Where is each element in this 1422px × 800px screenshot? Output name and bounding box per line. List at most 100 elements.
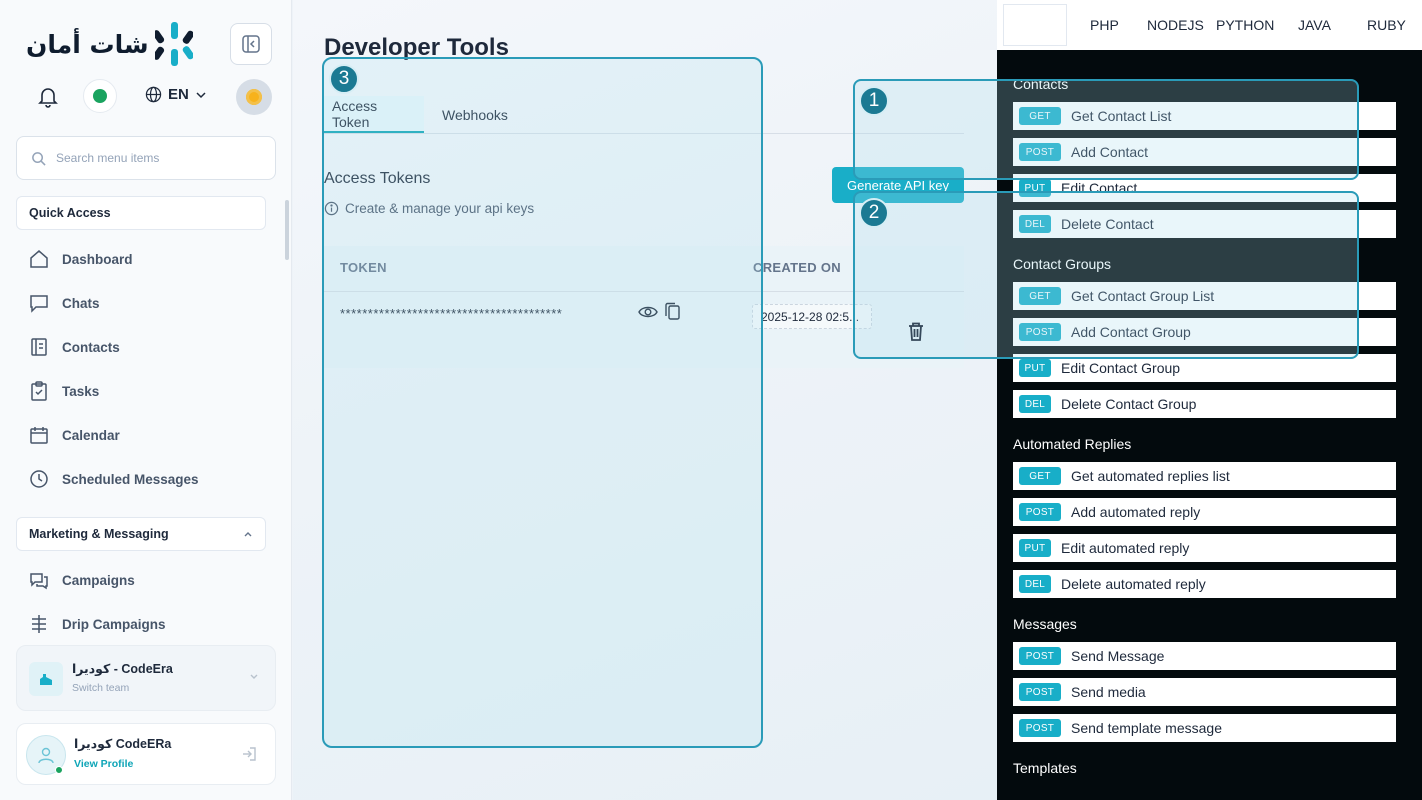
brand-logo[interactable]: شات أمان xyxy=(26,22,194,66)
tab-php[interactable]: PHP xyxy=(1090,0,1119,50)
team-name: كوديرا - CodeEra xyxy=(72,662,173,676)
theme-toggle[interactable] xyxy=(236,79,272,115)
sidebar-item-label: Scheduled Messages xyxy=(62,471,199,487)
group-title-automated-replies: Automated Replies xyxy=(1013,436,1132,452)
profile-card[interactable]: كوديرا CodeERa View Profile xyxy=(16,723,276,785)
logo-mark-icon xyxy=(152,22,194,66)
method-badge: DEL xyxy=(1019,395,1051,413)
logout-icon[interactable] xyxy=(241,746,257,767)
group-title-messages: Messages xyxy=(1013,616,1077,632)
sidebar: شات أمان EN Search menu items Quick Acce… xyxy=(0,0,292,800)
sidebar-item-calendar[interactable]: Calendar xyxy=(28,421,120,449)
highlight-region-3 xyxy=(322,57,763,748)
method-badge: PUT xyxy=(1019,539,1051,557)
endpoint-label: Edit Contact Group xyxy=(1061,360,1181,376)
logo-text: شات أمان xyxy=(26,29,149,59)
sidebar-item-tasks[interactable]: Tasks xyxy=(28,377,99,405)
sidebar-item-label: Tasks xyxy=(62,383,100,399)
step-badge-1: 1 xyxy=(859,86,889,116)
sidebar-item-contacts[interactable]: Contacts xyxy=(28,333,120,361)
step-badge-2: 2 xyxy=(859,198,889,228)
chat-icon xyxy=(30,295,48,313)
language-label: EN xyxy=(168,86,189,103)
step-badge-3: 3 xyxy=(329,64,359,94)
sidebar-toolbar: EN xyxy=(20,78,276,115)
endpoint-edit-automated-reply[interactable]: PUT Edit automated reply xyxy=(1013,534,1396,562)
method-badge: PUT xyxy=(1019,359,1051,377)
sidebar-item-campaigns[interactable]: Campaigns xyxy=(28,566,135,594)
tab-nodejs[interactable]: NODEJS xyxy=(1147,0,1204,50)
endpoint-label: Add automated reply xyxy=(1071,504,1201,520)
sidebar-item-label: Drip Campaigns xyxy=(62,616,166,632)
method-badge: POST xyxy=(1019,503,1061,521)
method-badge: POST xyxy=(1019,683,1061,701)
bell-icon[interactable] xyxy=(38,86,58,113)
home-icon xyxy=(30,250,48,268)
calendar-icon xyxy=(30,427,48,444)
contacts-icon xyxy=(31,338,47,356)
endpoint-label: Send template message xyxy=(1071,720,1222,736)
tasks-icon xyxy=(31,381,47,401)
drip-icon xyxy=(32,615,46,633)
endpoint-delete-automated-reply[interactable]: DEL Delete automated reply xyxy=(1013,570,1396,598)
sidebar-item-dashboard[interactable]: Dashboard xyxy=(28,245,133,273)
column-header-created-on: CREATED ON xyxy=(753,260,841,275)
language-selector[interactable]: EN xyxy=(145,86,207,103)
method-badge: GET xyxy=(1019,467,1061,485)
method-badge: POST xyxy=(1019,647,1061,665)
team-switch-label: Switch team xyxy=(72,682,130,694)
tab-python[interactable]: PYTHON xyxy=(1216,0,1274,50)
endpoint-add-automated-reply[interactable]: POST Add automated reply xyxy=(1013,498,1396,526)
endpoint-send-template-message[interactable]: POST Send template message xyxy=(1013,714,1396,742)
endpoint-label: Edit automated reply xyxy=(1061,540,1190,556)
sidebar-item-label: Dashboard xyxy=(62,251,133,267)
group-title-templates: Templates xyxy=(1013,760,1077,776)
sidebar-scrollbar[interactable] xyxy=(285,200,289,260)
sidebar-item-label: Chats xyxy=(62,295,100,311)
sidebar-item-chats[interactable]: Chats xyxy=(28,289,100,317)
sidebar-item-label: Contacts xyxy=(62,339,120,355)
clock-icon xyxy=(30,470,48,488)
endpoint-label: Send Message xyxy=(1071,648,1165,664)
endpoint-label: Send media xyxy=(1071,684,1146,700)
highlight-region-1 xyxy=(853,79,1359,180)
team-logo-icon xyxy=(29,662,63,696)
online-indicator xyxy=(55,766,63,774)
highlight-region-2 xyxy=(853,191,1359,359)
language-tab-empty[interactable] xyxy=(1003,4,1067,46)
endpoint-label: Delete automated reply xyxy=(1061,576,1206,592)
chevron-down-icon xyxy=(249,672,259,685)
sidebar-item-scheduled-messages[interactable]: Scheduled Messages xyxy=(28,465,199,493)
view-profile-link[interactable]: View Profile xyxy=(74,758,133,770)
menu-search[interactable] xyxy=(16,136,276,180)
endpoint-send-message[interactable]: POST Send Message xyxy=(1013,642,1396,670)
endpoint-send-media[interactable]: POST Send media xyxy=(1013,678,1396,706)
marketing-title: Marketing & Messaging xyxy=(29,527,169,541)
online-status-toggle[interactable] xyxy=(83,79,117,113)
sidebar-item-label: Calendar xyxy=(62,427,120,443)
panel-collapse-icon xyxy=(242,35,260,53)
collapse-sidebar-button[interactable] xyxy=(230,23,272,65)
globe-icon xyxy=(145,86,162,103)
chevron-up-icon xyxy=(244,532,252,537)
endpoint-delete-contact-group[interactable]: DEL Delete Contact Group xyxy=(1013,390,1396,418)
team-switcher[interactable]: كوديرا - CodeEra Switch team xyxy=(16,645,276,711)
quick-access-title: Quick Access xyxy=(29,206,111,220)
marketing-messaging-header[interactable]: Marketing & Messaging xyxy=(16,517,266,551)
sidebar-item-label: Campaigns xyxy=(62,572,135,588)
endpoint-get-automated-replies-list[interactable]: GET Get automated replies list xyxy=(1013,462,1396,490)
method-badge: DEL xyxy=(1019,575,1051,593)
sun-icon xyxy=(246,89,262,105)
search-input[interactable] xyxy=(56,151,256,165)
tab-ruby[interactable]: RUBY xyxy=(1367,0,1406,50)
campaigns-icon xyxy=(30,573,48,590)
status-dot xyxy=(93,89,107,103)
endpoint-label: Delete Contact Group xyxy=(1061,396,1197,412)
quick-access-header[interactable]: Quick Access xyxy=(16,196,266,230)
language-tab-bar: PHP NODEJS PYTHON JAVA RUBY xyxy=(997,0,1422,50)
sidebar-item-drip-campaigns[interactable]: Drip Campaigns xyxy=(28,610,166,638)
chevron-down-icon xyxy=(196,91,206,98)
search-icon xyxy=(32,151,46,166)
tab-java[interactable]: JAVA xyxy=(1298,0,1331,50)
profile-name: كوديرا CodeERa xyxy=(74,737,172,751)
